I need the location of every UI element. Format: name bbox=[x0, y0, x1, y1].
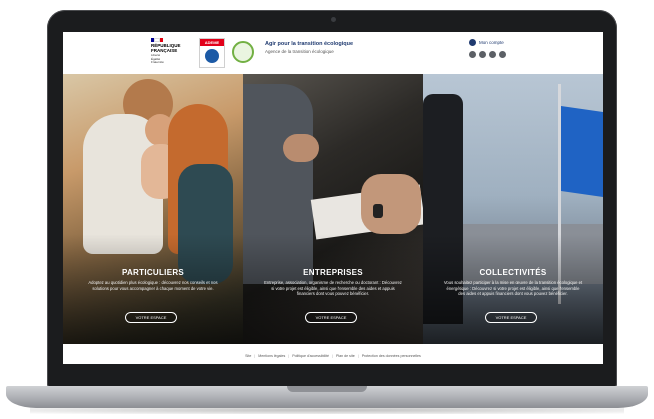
footer-link-plan[interactable]: Plan de site bbox=[336, 354, 355, 358]
republique-francaise-logo[interactable]: RÉPUBLIQUE FRANÇAISE Liberté Égalité Fra… bbox=[151, 38, 191, 70]
footer-link-mentions[interactable]: Mentions légales bbox=[258, 354, 285, 358]
linkedin-icon[interactable] bbox=[489, 51, 496, 58]
watch-icon bbox=[373, 204, 383, 218]
footer-link-site[interactable]: Site bbox=[245, 354, 251, 358]
panel-description: Vous souhaitez participer à la mise en œ… bbox=[443, 280, 583, 296]
social-links bbox=[469, 51, 539, 58]
laptop-notch bbox=[287, 386, 367, 392]
footer-link-donnees[interactable]: Protection des données personnelles bbox=[362, 354, 421, 358]
user-icon bbox=[469, 39, 476, 46]
hand-shape bbox=[283, 134, 319, 162]
footer-separator: | bbox=[254, 354, 256, 358]
account-link[interactable]: Mon compte bbox=[469, 39, 539, 46]
votre-espace-button[interactable]: VOTRE ESPACE bbox=[305, 312, 357, 323]
page-title: Agir pour la transition écologique bbox=[265, 41, 354, 47]
flag-icon bbox=[561, 106, 603, 197]
footer-links: Site | Mentions légales | Politique d'ac… bbox=[245, 354, 421, 358]
footer-separator: | bbox=[332, 354, 333, 358]
laptop-frame: RÉPUBLIQUE FRANÇAISE Liberté Égalité Fra… bbox=[0, 0, 654, 419]
tricolor-flag-icon bbox=[151, 38, 163, 42]
writing-hand-shape bbox=[361, 174, 421, 234]
footer-link-accessibilite[interactable]: Politique d'accessibilité bbox=[292, 354, 329, 358]
panel-title: COLLECTIVITÉS bbox=[479, 268, 547, 277]
site-header: RÉPUBLIQUE FRANÇAISE Liberté Égalité Fra… bbox=[63, 32, 603, 74]
ademe-emblem-icon bbox=[205, 49, 219, 63]
page-subtitle: Agence de la transition écologique bbox=[265, 49, 334, 54]
panel-entreprises[interactable]: ENTREPRISES Entreprise, association, org… bbox=[243, 74, 423, 344]
panel-particuliers[interactable]: PARTICULIERS Adoptez au quotidien plus é… bbox=[63, 74, 243, 344]
ademe-label: ADEME bbox=[200, 39, 224, 46]
youtube-icon[interactable] bbox=[499, 51, 506, 58]
panel-title: ENTREPRISES bbox=[303, 268, 363, 277]
panel-collectivites[interactable]: COLLECTIVITÉS Vous souhaitez participer … bbox=[423, 74, 603, 344]
panel-description: Entreprise, association, organisme de re… bbox=[264, 280, 402, 296]
votre-espace-button[interactable]: VOTRE ESPACE bbox=[485, 312, 537, 323]
footer-separator: | bbox=[288, 354, 290, 358]
partner-seal-icon bbox=[232, 41, 254, 63]
header-text: Agir pour la transition écologique Agenc… bbox=[265, 41, 405, 54]
panel-title: PARTICULIERS bbox=[121, 268, 185, 277]
motto-fraternite: Fraternité bbox=[151, 60, 164, 64]
laptop-screen: RÉPUBLIQUE FRANÇAISE Liberté Égalité Fra… bbox=[63, 32, 603, 364]
audience-panels: PARTICULIERS Adoptez au quotidien plus é… bbox=[63, 74, 603, 344]
ademe-logo[interactable]: ADEME bbox=[199, 38, 225, 68]
facebook-icon[interactable] bbox=[479, 51, 486, 58]
votre-espace-button[interactable]: VOTRE ESPACE bbox=[125, 312, 177, 323]
panel-description: Adoptez au quotidien plus écologique : d… bbox=[88, 280, 218, 291]
site-footer: Site | Mentions légales | Politique d'ac… bbox=[63, 344, 603, 364]
camera-icon bbox=[331, 17, 336, 22]
footer-separator: | bbox=[357, 354, 359, 358]
account-label: Mon compte bbox=[479, 40, 504, 45]
header-right: Mon compte bbox=[469, 39, 539, 69]
twitter-icon[interactable] bbox=[469, 51, 476, 58]
